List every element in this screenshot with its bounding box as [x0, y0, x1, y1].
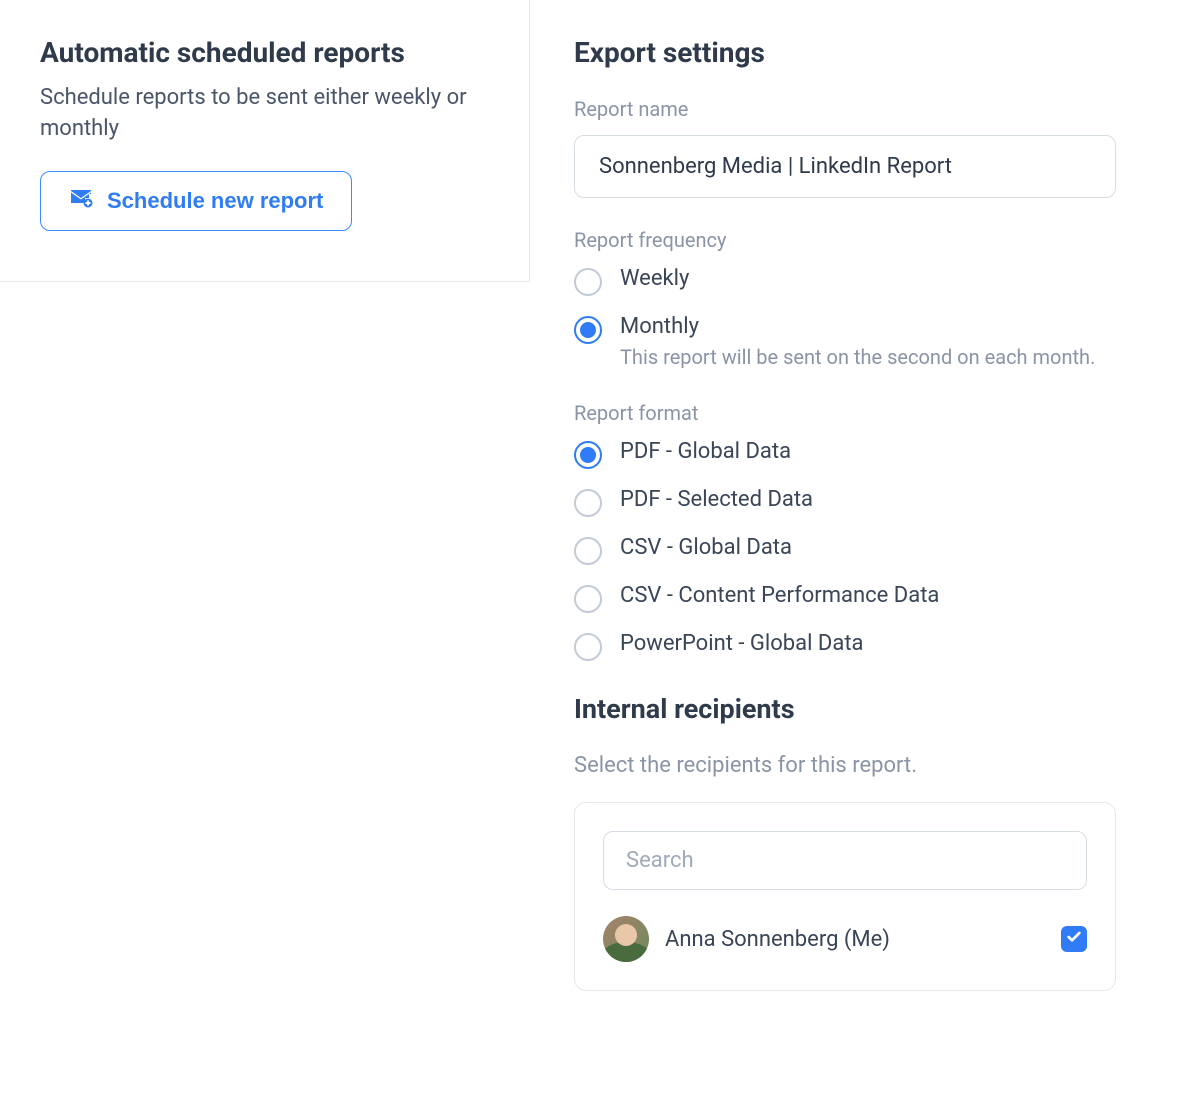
frequency-option-monthly[interactable]: Monthly This report will be sent on the …	[574, 314, 1200, 369]
recipient-checkbox[interactable]	[1061, 926, 1087, 952]
report-name-input[interactable]	[574, 135, 1116, 198]
radio-label: PDF - Selected Data	[620, 487, 813, 512]
mail-plus-icon	[69, 186, 93, 216]
export-settings-title: Export settings	[574, 36, 1200, 69]
format-option-csv-content[interactable]: CSV - Content Performance Data	[574, 583, 1200, 613]
format-radio-group: PDF - Global Data PDF - Selected Data CS…	[574, 439, 1200, 661]
radio-label: CSV - Content Performance Data	[620, 583, 939, 608]
radio-icon	[574, 489, 602, 517]
internal-recipients-subtitle: Select the recipients for this report.	[574, 753, 1200, 778]
avatar	[603, 916, 649, 962]
frequency-option-weekly[interactable]: Weekly	[574, 266, 1200, 296]
report-name-label: Report name	[574, 97, 1200, 121]
radio-label: Monthly	[620, 314, 1095, 339]
recipients-search-input[interactable]	[603, 831, 1087, 890]
recipient-name: Anna Sonnenberg (Me)	[665, 927, 1045, 952]
scheduled-reports-title: Automatic scheduled reports	[40, 36, 489, 69]
radio-hint: This report will be sent on the second o…	[620, 345, 1095, 369]
scheduled-reports-panel: Automatic scheduled reports Schedule rep…	[0, 0, 530, 282]
radio-icon	[574, 316, 602, 344]
radio-label: PDF - Global Data	[620, 439, 791, 464]
frequency-radio-group: Weekly Monthly This report will be sent …	[574, 266, 1200, 369]
format-option-ppt-global[interactable]: PowerPoint - Global Data	[574, 631, 1200, 661]
schedule-button-label: Schedule new report	[107, 188, 323, 214]
internal-recipients-title: Internal recipients	[574, 693, 1200, 725]
recipient-row[interactable]: Anna Sonnenberg (Me)	[603, 916, 1087, 962]
radio-label: Weekly	[620, 266, 689, 291]
radio-label: CSV - Global Data	[620, 535, 792, 560]
radio-icon	[574, 537, 602, 565]
scheduled-reports-subtitle: Schedule reports to be sent either weekl…	[40, 83, 489, 145]
format-option-pdf-selected[interactable]: PDF - Selected Data	[574, 487, 1200, 517]
radio-icon	[574, 268, 602, 296]
report-format-label: Report format	[574, 401, 1200, 425]
schedule-new-report-button[interactable]: Schedule new report	[40, 171, 352, 231]
format-option-csv-global[interactable]: CSV - Global Data	[574, 535, 1200, 565]
radio-icon	[574, 633, 602, 661]
format-option-pdf-global[interactable]: PDF - Global Data	[574, 439, 1200, 469]
report-frequency-label: Report frequency	[574, 228, 1200, 252]
radio-icon	[574, 441, 602, 469]
check-icon	[1066, 929, 1082, 949]
export-settings-panel: Export settings Report name Report frequ…	[530, 0, 1200, 1100]
recipients-box: Anna Sonnenberg (Me)	[574, 802, 1116, 991]
radio-label: PowerPoint - Global Data	[620, 631, 864, 656]
radio-icon	[574, 585, 602, 613]
